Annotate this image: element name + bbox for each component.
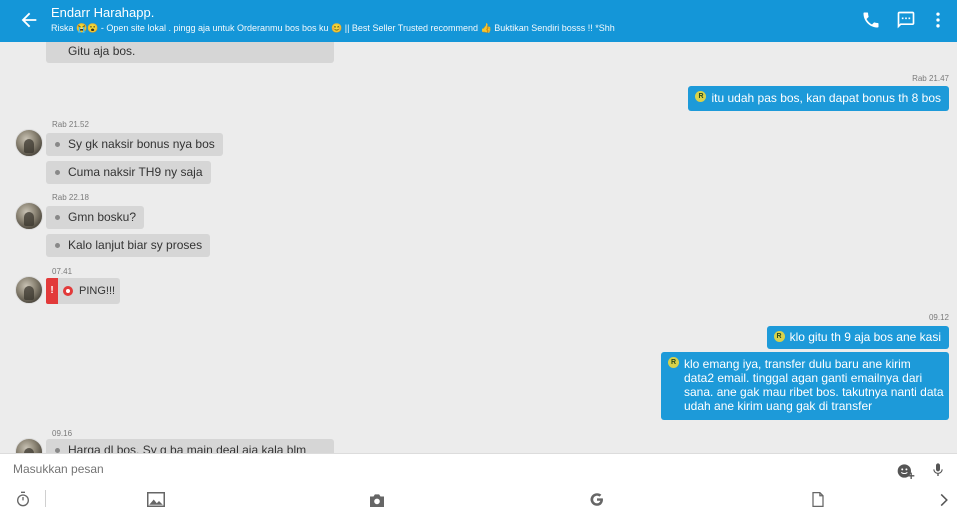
message-text: Gmn bosku? bbox=[68, 210, 137, 224]
emoji-add-icon[interactable] bbox=[895, 461, 917, 481]
bullet-icon bbox=[55, 215, 60, 220]
timestamp: 09.16 bbox=[52, 429, 73, 438]
message-list[interactable]: Gitu aja bos. Rab 21.47 R itu udah pas b… bbox=[0, 42, 957, 453]
timestamp: Rab 21.47 bbox=[912, 74, 949, 83]
google-icon[interactable] bbox=[589, 492, 605, 507]
message-input[interactable] bbox=[13, 462, 873, 476]
message-outgoing[interactable]: R klo gitu th 9 aja bos ane kasi bbox=[766, 326, 949, 349]
message-line: data2 email. tinggal agan ganti emailnya… bbox=[684, 371, 923, 385]
mic-icon[interactable] bbox=[930, 460, 946, 480]
message-incoming[interactable]: Kalo lanjut biar sy proses bbox=[46, 234, 211, 257]
timestamp: Rab 22.18 bbox=[52, 193, 89, 202]
message-text: Gitu aja bos. bbox=[68, 44, 136, 58]
bullet-icon bbox=[55, 170, 60, 175]
composer bbox=[0, 453, 957, 507]
contact-status: Riska 😭😮 - Open site lokal . pingg aja u… bbox=[51, 23, 615, 33]
phone-icon[interactable] bbox=[861, 10, 881, 30]
ping-text: PING!!! bbox=[79, 285, 116, 297]
camera-icon[interactable] bbox=[368, 493, 386, 507]
message-incoming[interactable]: Gitu aja bos. bbox=[46, 42, 334, 63]
message-line: sana. ane gak mau ribet bos. takutnya na… bbox=[684, 385, 944, 399]
message-outgoing[interactable]: R itu udah pas bos, kan dapat bonus th 8… bbox=[688, 86, 949, 111]
message-incoming[interactable]: Cuma naksir TH9 ny saja bbox=[46, 161, 211, 184]
chevron-right-icon[interactable] bbox=[939, 493, 949, 507]
avatar[interactable] bbox=[15, 202, 43, 230]
message-incoming[interactable]: Sy gk naksir bonus nya bos bbox=[46, 133, 223, 156]
file-icon[interactable] bbox=[811, 492, 825, 507]
read-badge-icon: R bbox=[668, 357, 679, 368]
contact-name[interactable]: Endarr Harahapp. bbox=[51, 5, 154, 20]
message-text: Sy gk naksir bonus nya bos bbox=[68, 137, 215, 151]
avatar[interactable] bbox=[15, 438, 43, 453]
ping-bubble: PING!!! bbox=[58, 278, 120, 304]
timestamp: 07.41 bbox=[52, 267, 73, 276]
divider bbox=[45, 490, 46, 507]
message-text: itu udah pas bos, kan dapat bonus th 8 b… bbox=[711, 91, 941, 105]
read-badge-icon: R bbox=[773, 331, 785, 342]
read-badge-icon: R bbox=[695, 91, 707, 102]
timestamp: Rab 21.52 bbox=[52, 120, 89, 129]
bullet-icon bbox=[55, 243, 60, 248]
more-vert-icon[interactable] bbox=[928, 10, 948, 30]
message-text: Cuma naksir TH9 ny saja bbox=[68, 165, 203, 179]
alert-mark: ! bbox=[46, 278, 58, 304]
sms-icon[interactable] bbox=[896, 10, 916, 30]
timestamp: 09.12 bbox=[928, 313, 949, 322]
back-arrow-icon[interactable] bbox=[18, 9, 40, 31]
message-incoming[interactable]: Gmn bosku? bbox=[46, 206, 145, 229]
gallery-icon[interactable] bbox=[147, 492, 165, 507]
ping-icon bbox=[63, 286, 73, 296]
message-text: klo gitu th 9 aja bos ane kasi bbox=[789, 330, 941, 344]
message-line: klo emang iya, transfer dulu baru ane ki… bbox=[684, 357, 911, 371]
bullet-icon bbox=[55, 142, 60, 147]
avatar[interactable] bbox=[15, 276, 43, 304]
message-text: Kalo lanjut biar sy proses bbox=[68, 238, 203, 252]
chat-header: Endarr Harahapp. Riska 😭😮 - Open site lo… bbox=[0, 0, 957, 42]
timer-icon[interactable] bbox=[14, 491, 32, 507]
avatar[interactable] bbox=[15, 129, 43, 157]
message-line: udah ane kirim uang gak di transfer bbox=[684, 399, 873, 413]
message-outgoing[interactable]: R klo emang iya, transfer dulu baru ane … bbox=[661, 352, 949, 420]
message-text: Harga dl bos. Sy g ba main deal aja kala… bbox=[68, 443, 307, 453]
message-incoming[interactable]: Harga dl bos. Sy g ba main deal aja kala… bbox=[46, 439, 334, 453]
